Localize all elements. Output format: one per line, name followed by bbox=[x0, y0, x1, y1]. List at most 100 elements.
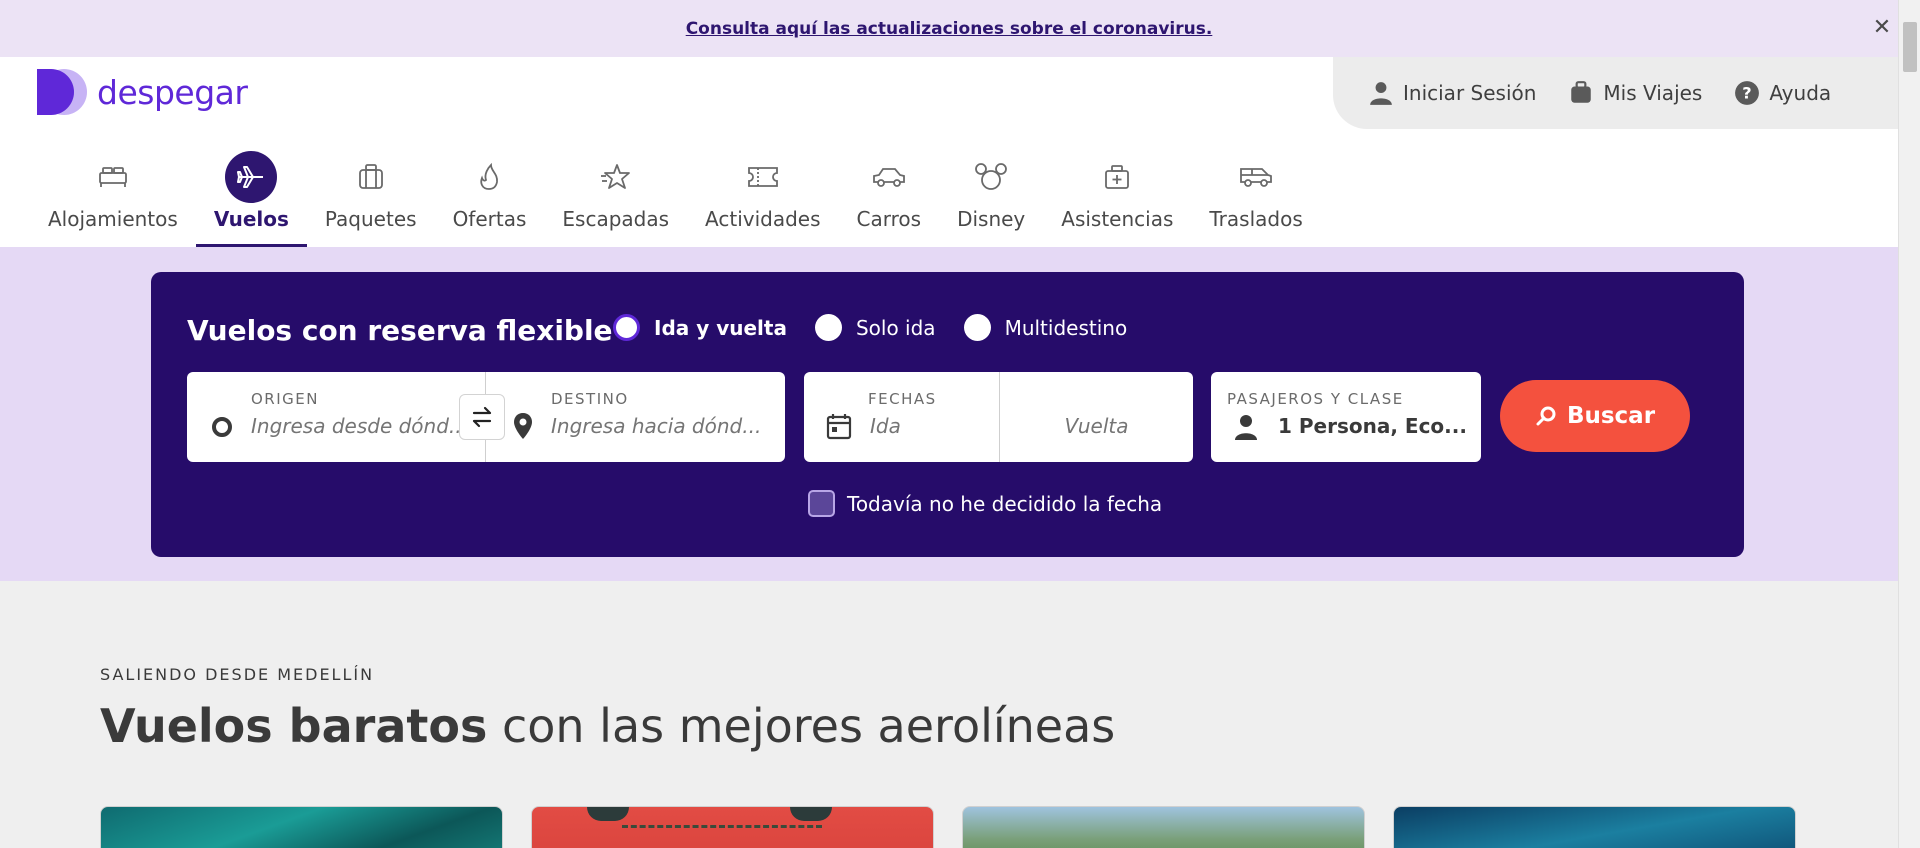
destination-cards bbox=[100, 806, 1796, 848]
section-headline: Vuelos baratos con las mejores aerolínea… bbox=[100, 699, 1115, 753]
trip-type-options: Ida y vuelta Solo ida Multidestino bbox=[613, 314, 1127, 341]
logo[interactable]: despegar bbox=[37, 67, 248, 117]
nav-item-paquetes[interactable]: Paquetes bbox=[307, 149, 435, 247]
product-nav: Alojamientos Vuelos Paquetes Ofertas Esc… bbox=[30, 149, 1321, 247]
headline-bold: Vuelos baratos bbox=[100, 699, 488, 753]
nav-item-traslados[interactable]: Traslados bbox=[1191, 149, 1320, 247]
nav-item-alojamientos[interactable]: Alojamientos bbox=[30, 149, 196, 247]
search-button-label: Buscar bbox=[1566, 403, 1656, 429]
nav-label: Asistencias bbox=[1061, 207, 1174, 231]
card-image-detail bbox=[790, 807, 832, 821]
destination-card[interactable] bbox=[962, 806, 1365, 848]
destination-input[interactable] bbox=[551, 414, 766, 438]
dates-label: FECHAS bbox=[868, 390, 937, 408]
page-scrollbar[interactable] bbox=[1898, 0, 1920, 848]
radio-dot bbox=[963, 314, 991, 341]
origin-label: ORIGEN bbox=[251, 390, 319, 408]
nav-label: Actividades bbox=[705, 207, 821, 231]
destination-card[interactable] bbox=[1393, 806, 1796, 848]
undecided-date-label: Todavía no he decidido la fecha bbox=[847, 491, 1163, 516]
announcement-banner: Consulta aquí las actualizaciones sobre … bbox=[0, 0, 1898, 57]
search-icon bbox=[1536, 406, 1556, 426]
origin-field[interactable]: ORIGEN bbox=[187, 372, 485, 462]
svg-text:?: ? bbox=[1743, 83, 1752, 102]
passengers-value: 1 Persona, Eco... bbox=[1278, 414, 1467, 438]
departure-date-input[interactable] bbox=[870, 414, 990, 438]
logo-text: despegar bbox=[97, 72, 248, 112]
nav-item-actividades[interactable]: Actividades bbox=[687, 149, 839, 247]
radio-multi-city[interactable]: Multidestino bbox=[963, 314, 1127, 341]
origin-input[interactable] bbox=[251, 414, 466, 438]
departure-date-field[interactable]: FECHAS bbox=[804, 372, 999, 462]
nav-label: Vuelos bbox=[213, 207, 289, 231]
destination-field[interactable]: DESTINO bbox=[486, 372, 785, 462]
user-icon bbox=[1370, 82, 1392, 105]
radio-dot bbox=[814, 314, 842, 341]
passengers-label: PASAJEROS Y CLASE bbox=[1227, 390, 1404, 408]
section-eyebrow: SALIENDO DESDE MEDELLÍN bbox=[100, 665, 375, 684]
nav-item-escapadas[interactable]: Escapadas bbox=[544, 149, 687, 247]
medical-kit-icon bbox=[1091, 151, 1143, 203]
radio-one-way[interactable]: Solo ida bbox=[814, 314, 936, 341]
undecided-date-checkbox[interactable]: Todavía no he decidido la fecha bbox=[808, 490, 1162, 517]
radio-dot bbox=[613, 314, 640, 341]
search-hero: Vuelos con reserva flexible Ida y vuelta… bbox=[0, 247, 1898, 581]
headline-rest: con las mejores aerolíneas bbox=[487, 699, 1116, 753]
return-date-input[interactable] bbox=[1000, 414, 1193, 438]
login-button[interactable]: Iniciar Sesión bbox=[1368, 80, 1536, 106]
radio-label: Ida y vuelta bbox=[654, 315, 787, 340]
login-label: Iniciar Sesión bbox=[1403, 81, 1537, 105]
nav-label: Disney bbox=[957, 207, 1026, 231]
cheap-flights-section: SALIENDO DESDE MEDELLÍN Vuelos baratos c… bbox=[0, 581, 1898, 848]
plane-icon bbox=[225, 151, 278, 203]
star-icon bbox=[590, 151, 642, 203]
logo-mark-icon bbox=[37, 67, 87, 117]
passengers-group[interactable]: PASAJEROS Y CLASE 1 Persona, Eco... bbox=[1211, 372, 1481, 462]
nav-item-asistencias[interactable]: Asistencias bbox=[1043, 149, 1191, 247]
close-icon[interactable]: ✕ bbox=[1870, 16, 1894, 40]
nav-label: Alojamientos bbox=[48, 207, 178, 231]
person-icon bbox=[1234, 414, 1258, 444]
checkbox-box[interactable] bbox=[808, 490, 835, 517]
return-date-field[interactable] bbox=[1000, 372, 1193, 462]
help-button[interactable]: ? Ayuda bbox=[1734, 80, 1831, 106]
site-header: despegar Iniciar Sesión Mis Viajes ? Ayu… bbox=[0, 57, 1898, 247]
nav-item-carros[interactable]: Carros bbox=[839, 149, 940, 247]
van-icon bbox=[1230, 151, 1282, 203]
my-trips-label: Mis Viajes bbox=[1603, 81, 1703, 105]
card-image-detail bbox=[622, 825, 822, 848]
card-image-detail bbox=[587, 807, 629, 821]
flight-search-box: Vuelos con reserva flexible Ida y vuelta… bbox=[151, 272, 1744, 557]
passengers-field[interactable]: PASAJEROS Y CLASE 1 Persona, Eco... bbox=[1211, 372, 1481, 462]
radio-label: Solo ida bbox=[855, 315, 936, 340]
suitcase-icon bbox=[1571, 81, 1592, 103]
help-icon: ? bbox=[1735, 81, 1760, 105]
nav-item-ofertas[interactable]: Ofertas bbox=[435, 149, 545, 247]
destination-card[interactable] bbox=[100, 806, 503, 848]
bed-icon bbox=[87, 151, 139, 203]
calendar-icon bbox=[826, 412, 852, 444]
nav-label: Paquetes bbox=[324, 207, 417, 231]
search-button[interactable]: Buscar bbox=[1500, 380, 1690, 452]
scrollbar-thumb[interactable] bbox=[1903, 22, 1917, 72]
nav-item-vuelos[interactable]: Vuelos bbox=[195, 149, 307, 247]
location-pin-icon bbox=[513, 412, 533, 444]
nav-item-disney[interactable]: Disney bbox=[939, 149, 1043, 247]
my-trips-button[interactable]: Mis Viajes bbox=[1568, 80, 1702, 106]
destination-card[interactable] bbox=[531, 806, 934, 848]
flame-icon bbox=[463, 151, 515, 203]
nav-label: Traslados bbox=[1209, 207, 1303, 231]
search-title: Vuelos con reserva flexible bbox=[187, 314, 613, 347]
coronavirus-updates-link[interactable]: Consulta aquí las actualizaciones sobre … bbox=[686, 19, 1213, 39]
car-icon bbox=[863, 151, 915, 203]
radio-round-trip[interactable]: Ida y vuelta bbox=[613, 314, 787, 341]
nav-label: Carros bbox=[856, 207, 922, 231]
mickey-icon bbox=[965, 151, 1017, 203]
help-label: Ayuda bbox=[1769, 81, 1832, 105]
destination-label: DESTINO bbox=[551, 390, 629, 408]
origin-destination-group: ORIGEN DESTINO bbox=[187, 372, 785, 462]
luggage-icon bbox=[345, 151, 397, 203]
nav-label: Ofertas bbox=[452, 207, 527, 231]
dates-group: FECHAS bbox=[804, 372, 1193, 462]
ticket-icon bbox=[737, 151, 789, 203]
